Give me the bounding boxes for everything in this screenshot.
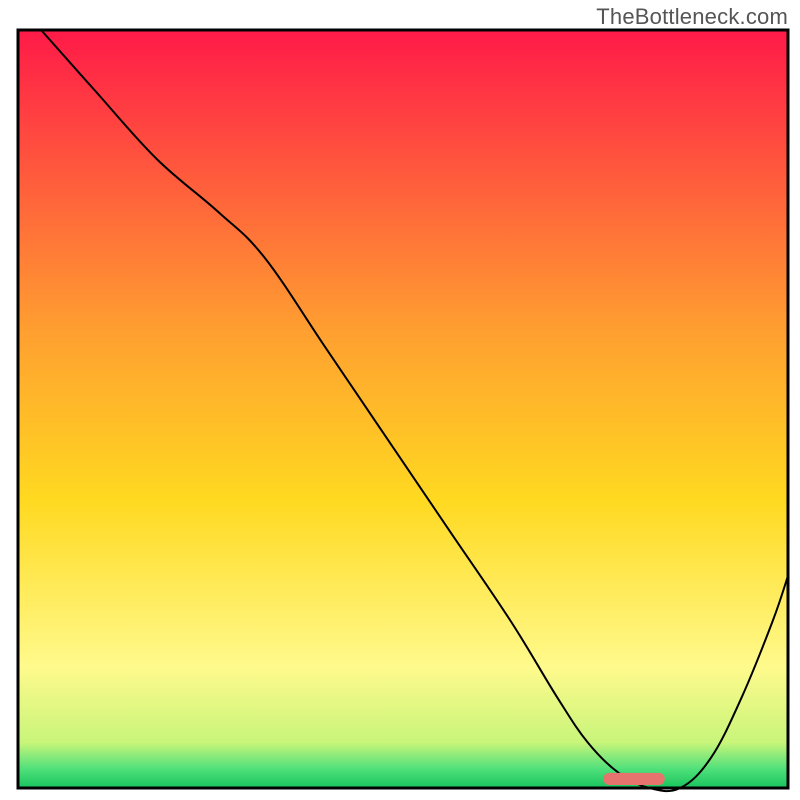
- bottleneck-chart: [0, 0, 800, 800]
- plot-background: [18, 30, 788, 788]
- optimal-range-marker: [603, 773, 665, 785]
- chart-container: TheBottleneck.com: [0, 0, 800, 800]
- watermark-text: TheBottleneck.com: [596, 4, 788, 30]
